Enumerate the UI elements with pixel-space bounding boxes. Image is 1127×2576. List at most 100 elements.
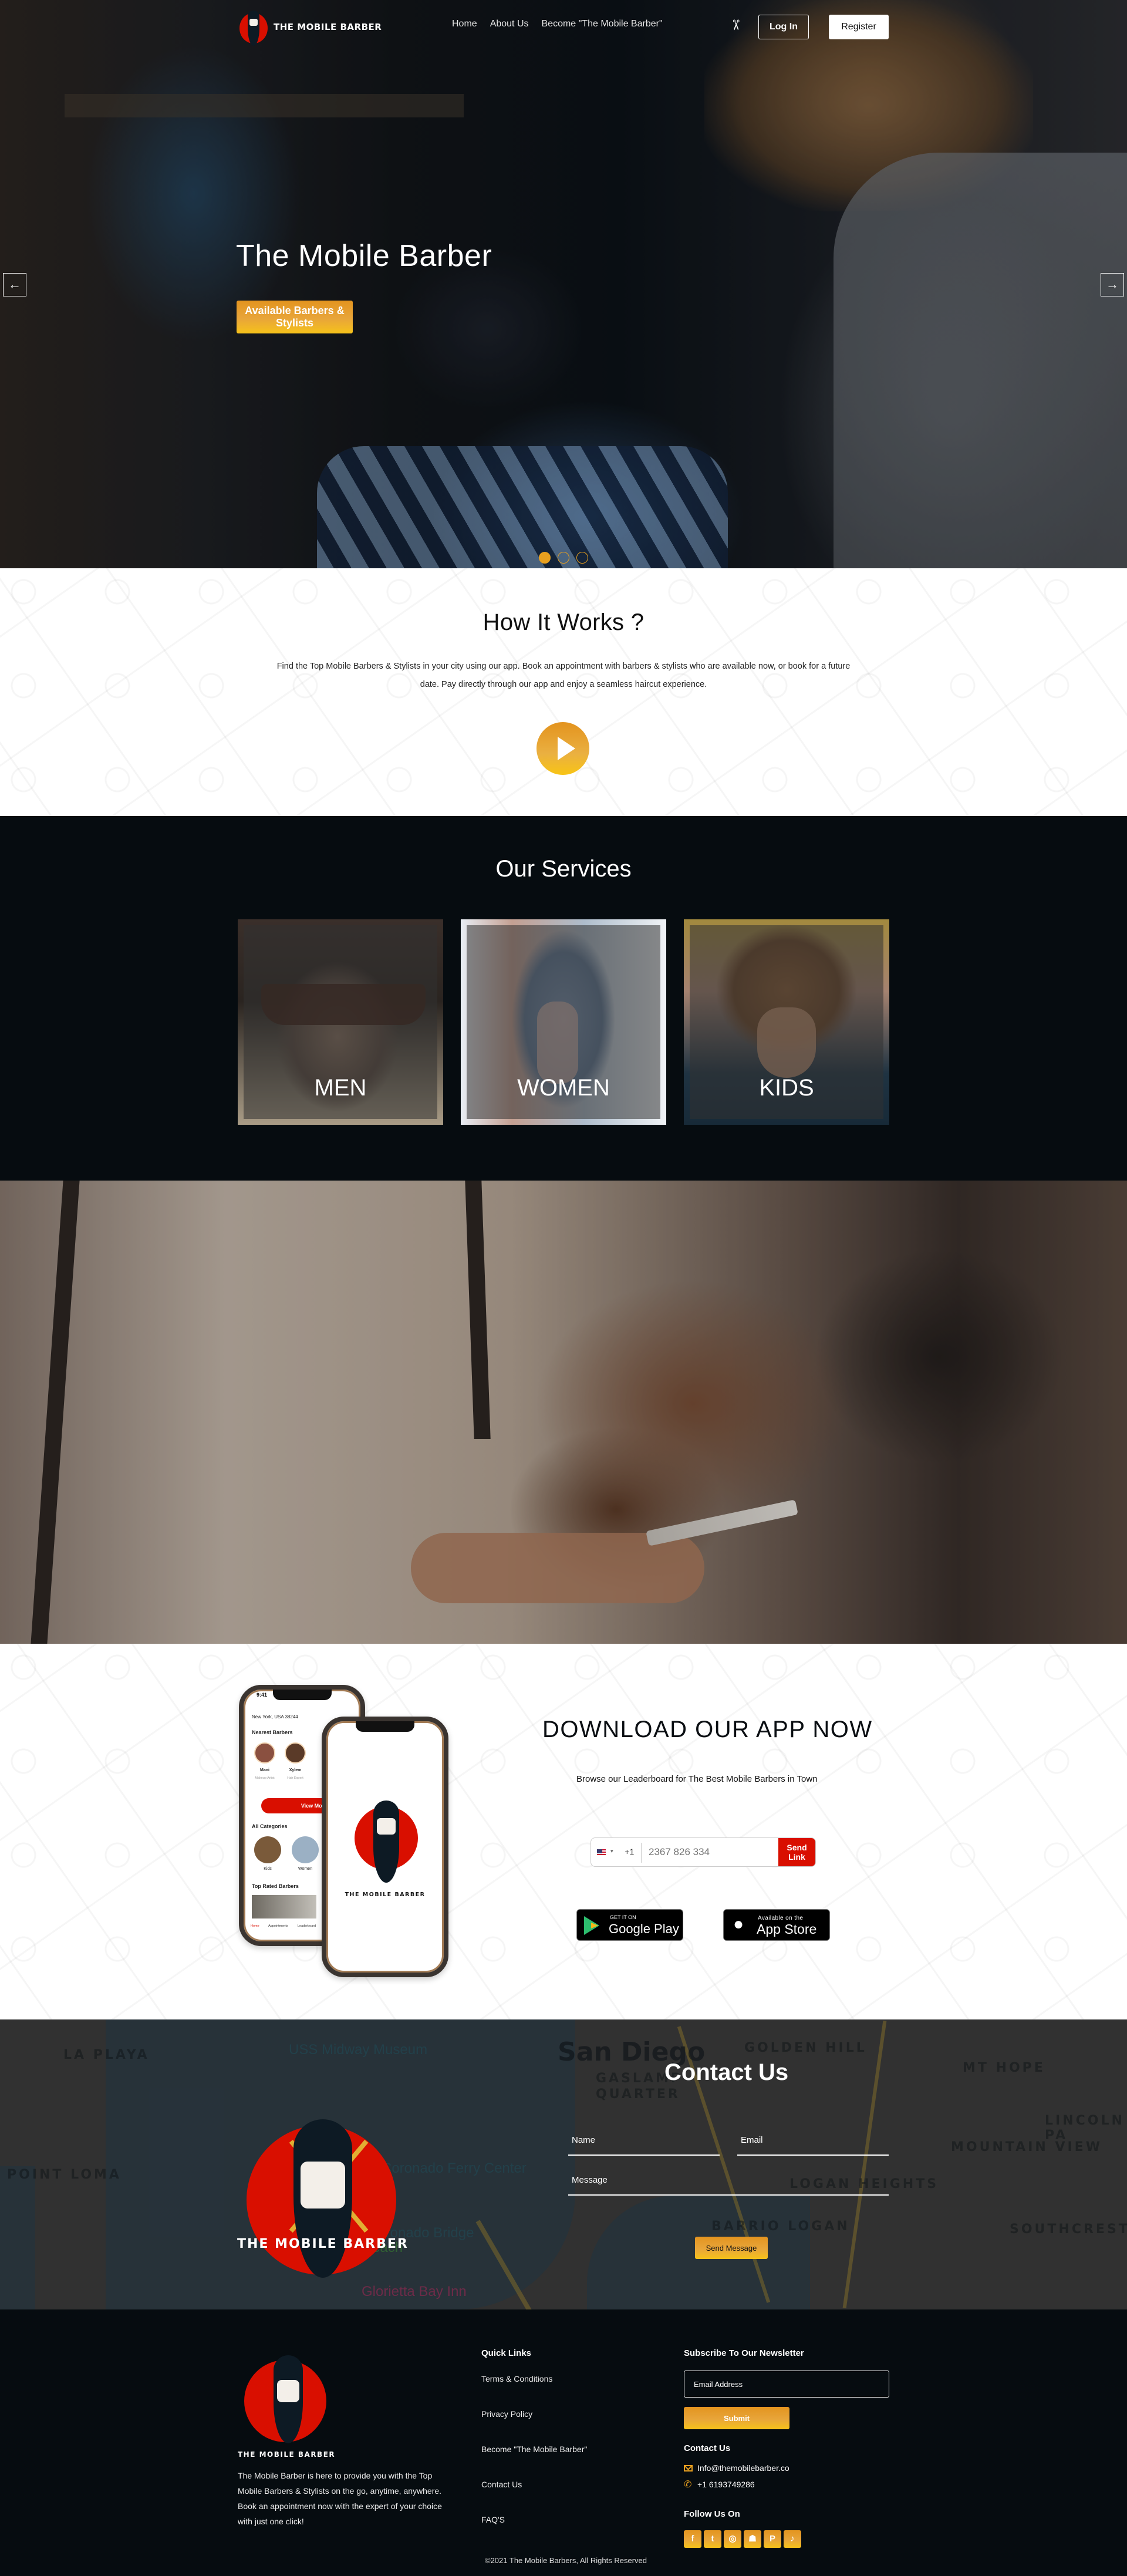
mockup-heading: Nearest Barbers — [252, 1729, 293, 1735]
brand-name: THE MOBILE BARBER — [274, 22, 382, 32]
carousel-dot-2[interactable] — [558, 552, 569, 564]
badge-caption: Available on the — [758, 1915, 804, 1921]
barber-logo-icon — [237, 6, 270, 48]
contact-name-input[interactable] — [568, 2131, 720, 2156]
nav-home[interactable]: Home — [452, 19, 477, 29]
footer-about-text: The Mobile Barber is here to provide you… — [238, 2471, 442, 2526]
copyright: ©2021 The Mobile Barbers, All Rights Res… — [485, 2556, 647, 2565]
contact-email-input[interactable] — [737, 2131, 889, 2156]
footer-link-faqs[interactable]: FAQ'S — [481, 2515, 587, 2528]
social-links: f t ◎ ☗ P ♪ — [684, 2530, 801, 2548]
mockup-heading: All Categories — [252, 1823, 288, 1829]
footer-phone[interactable]: ✆ +1 6193749286 — [684, 2479, 755, 2490]
send-link-button[interactable]: Send Link — [778, 1838, 815, 1866]
register-button[interactable]: Register — [829, 15, 889, 39]
service-card-kids[interactable]: KIDS — [684, 919, 889, 1125]
badge-title: App Store — [757, 1921, 817, 1937]
arrow-left-icon: ← — [8, 277, 21, 292]
scissors-icon: ✂ — [727, 19, 744, 31]
barber-logo-icon — [239, 2351, 328, 2443]
mockup-tab: Leaderboard — [298, 1924, 316, 1928]
footer-contact-title: Contact Us — [684, 2443, 731, 2453]
tiktok-icon[interactable]: ♪ — [784, 2530, 801, 2548]
send-message-button[interactable]: Send Message — [695, 2237, 768, 2259]
phone-number-input[interactable] — [642, 1838, 779, 1866]
send-link-form: ▼ +1 Send Link — [591, 1837, 816, 1867]
nav-become-barber[interactable]: Become "The Mobile Barber" — [542, 19, 663, 29]
arrow-right-icon: → — [1106, 277, 1119, 292]
brand-logo[interactable]: THE MOBILE BARBER — [237, 6, 382, 48]
footer-brand-name: THE MOBILE BARBER — [238, 2450, 336, 2459]
mail-icon — [684, 2464, 693, 2472]
hero-title: The Mobile Barber — [236, 239, 492, 273]
play-icon — [558, 737, 575, 760]
contact-section: LA PLAYA POINT LOMA San Diego GASLAMP QU… — [0, 2019, 1127, 2309]
top-navbar: THE MOBILE BARBER Home About Us Become "… — [0, 0, 1127, 53]
carousel-prev-button[interactable]: ← — [3, 273, 26, 296]
snapchat-icon[interactable]: ☗ — [744, 2530, 761, 2548]
badge-title: Google Play — [609, 1921, 679, 1936]
barber-logo-icon — [235, 2066, 411, 2278]
barber-shave-banner — [0, 1181, 1127, 1644]
how-it-works-title: How It Works ? — [482, 609, 645, 635]
newsletter-email-input[interactable] — [684, 2371, 889, 2398]
quick-links-title: Quick Links — [481, 2348, 532, 2358]
contact-title: Contact Us — [664, 2059, 789, 2085]
footer-link-terms[interactable]: Terms & Conditions — [481, 2374, 587, 2387]
mockup-tab: Appointments — [268, 1924, 288, 1928]
service-label: MEN — [314, 1075, 367, 1101]
footer-link-contact[interactable]: Contact Us — [481, 2480, 587, 2493]
mockup-category-img — [292, 1836, 319, 1863]
chevron-down-icon[interactable]: ▼ — [609, 1849, 614, 1866]
mockup-category-label: Women — [298, 1867, 312, 1871]
mockup-avatar — [285, 1742, 306, 1764]
mockup-barber-name: Xylem — [289, 1768, 302, 1772]
footer-link-privacy[interactable]: Privacy Policy — [481, 2409, 587, 2422]
service-card-men[interactable]: MEN — [238, 919, 443, 1125]
phone-mockup-splash: THE MOBILE BARBER — [322, 1717, 448, 1977]
app-download-title: DOWNLOAD OUR APP NOW — [542, 1717, 873, 1742]
footer-phone-text: +1 6193749286 — [697, 2480, 755, 2489]
newsletter-submit-button[interactable]: Submit — [684, 2407, 789, 2429]
mockup-category-label: Kids — [264, 1867, 272, 1871]
carousel-dot-1[interactable] — [539, 552, 551, 564]
barber-logo-icon — [355, 1800, 419, 1883]
photo-overlay — [0, 1181, 1127, 1644]
play-video-button[interactable] — [536, 722, 589, 775]
instagram-icon[interactable]: ◎ — [724, 2530, 741, 2548]
follow-us-title: Follow Us On — [684, 2509, 740, 2519]
map-overlay — [0, 2019, 1127, 2309]
twitter-icon[interactable]: t — [704, 2530, 721, 2548]
mockup-barber-name: Mani — [260, 1768, 269, 1772]
service-label: KIDS — [759, 1075, 814, 1101]
google-play-icon — [584, 1916, 599, 1935]
us-flag-icon[interactable] — [597, 1849, 606, 1856]
hero-carousel: THE MOBILE BARBER Home About Us Become "… — [0, 0, 1127, 568]
mockup-avatar — [254, 1742, 275, 1764]
quick-links: Terms & Conditions Privacy Policy Become… — [481, 2374, 587, 2528]
mockup-barber-role: Hair Expert — [287, 1776, 303, 1780]
nav-about-us[interactable]: About Us — [490, 19, 529, 29]
carousel-next-button[interactable]: → — [1101, 273, 1124, 296]
pinterest-icon[interactable]: P — [764, 2530, 781, 2548]
carousel-indicators — [539, 552, 588, 564]
app-store-badge[interactable]: ● Available on the App Store — [723, 1909, 830, 1941]
login-button[interactable]: Log In — [758, 15, 809, 39]
google-play-badge[interactable]: GET IT ON Google Play — [576, 1909, 683, 1941]
available-barbers-button[interactable]: Available Barbers & Stylists — [237, 301, 353, 333]
mockup-time: 9:41 — [257, 1692, 268, 1698]
mockup-top-rated-img — [252, 1895, 316, 1918]
mockup-location: New York, USA 38244 — [252, 1714, 298, 1719]
hero-overlay — [0, 0, 1127, 568]
service-card-women[interactable]: WOMEN — [461, 919, 666, 1125]
contact-message-input[interactable] — [568, 2171, 889, 2196]
how-it-works-text: Find the Top Mobile Barbers & Stylists i… — [276, 662, 851, 689]
carousel-dot-3[interactable] — [576, 552, 588, 564]
facebook-icon[interactable]: f — [684, 2530, 701, 2548]
footer-email[interactable]: Info@themobilebarber.co — [684, 2463, 789, 2473]
services-section: Our Services MEN WOMEN KIDS — [0, 816, 1127, 1181]
app-download-section: 9:41 New York, USA 38244 Nearest Barbers… — [0, 1644, 1127, 2019]
contact-brand-name: THE MOBILE BARBER — [237, 2237, 409, 2251]
footer-link-become-barber[interactable]: Become "The Mobile Barber" — [481, 2444, 587, 2457]
mockup-heading: Top Rated Barbers — [252, 1883, 299, 1889]
